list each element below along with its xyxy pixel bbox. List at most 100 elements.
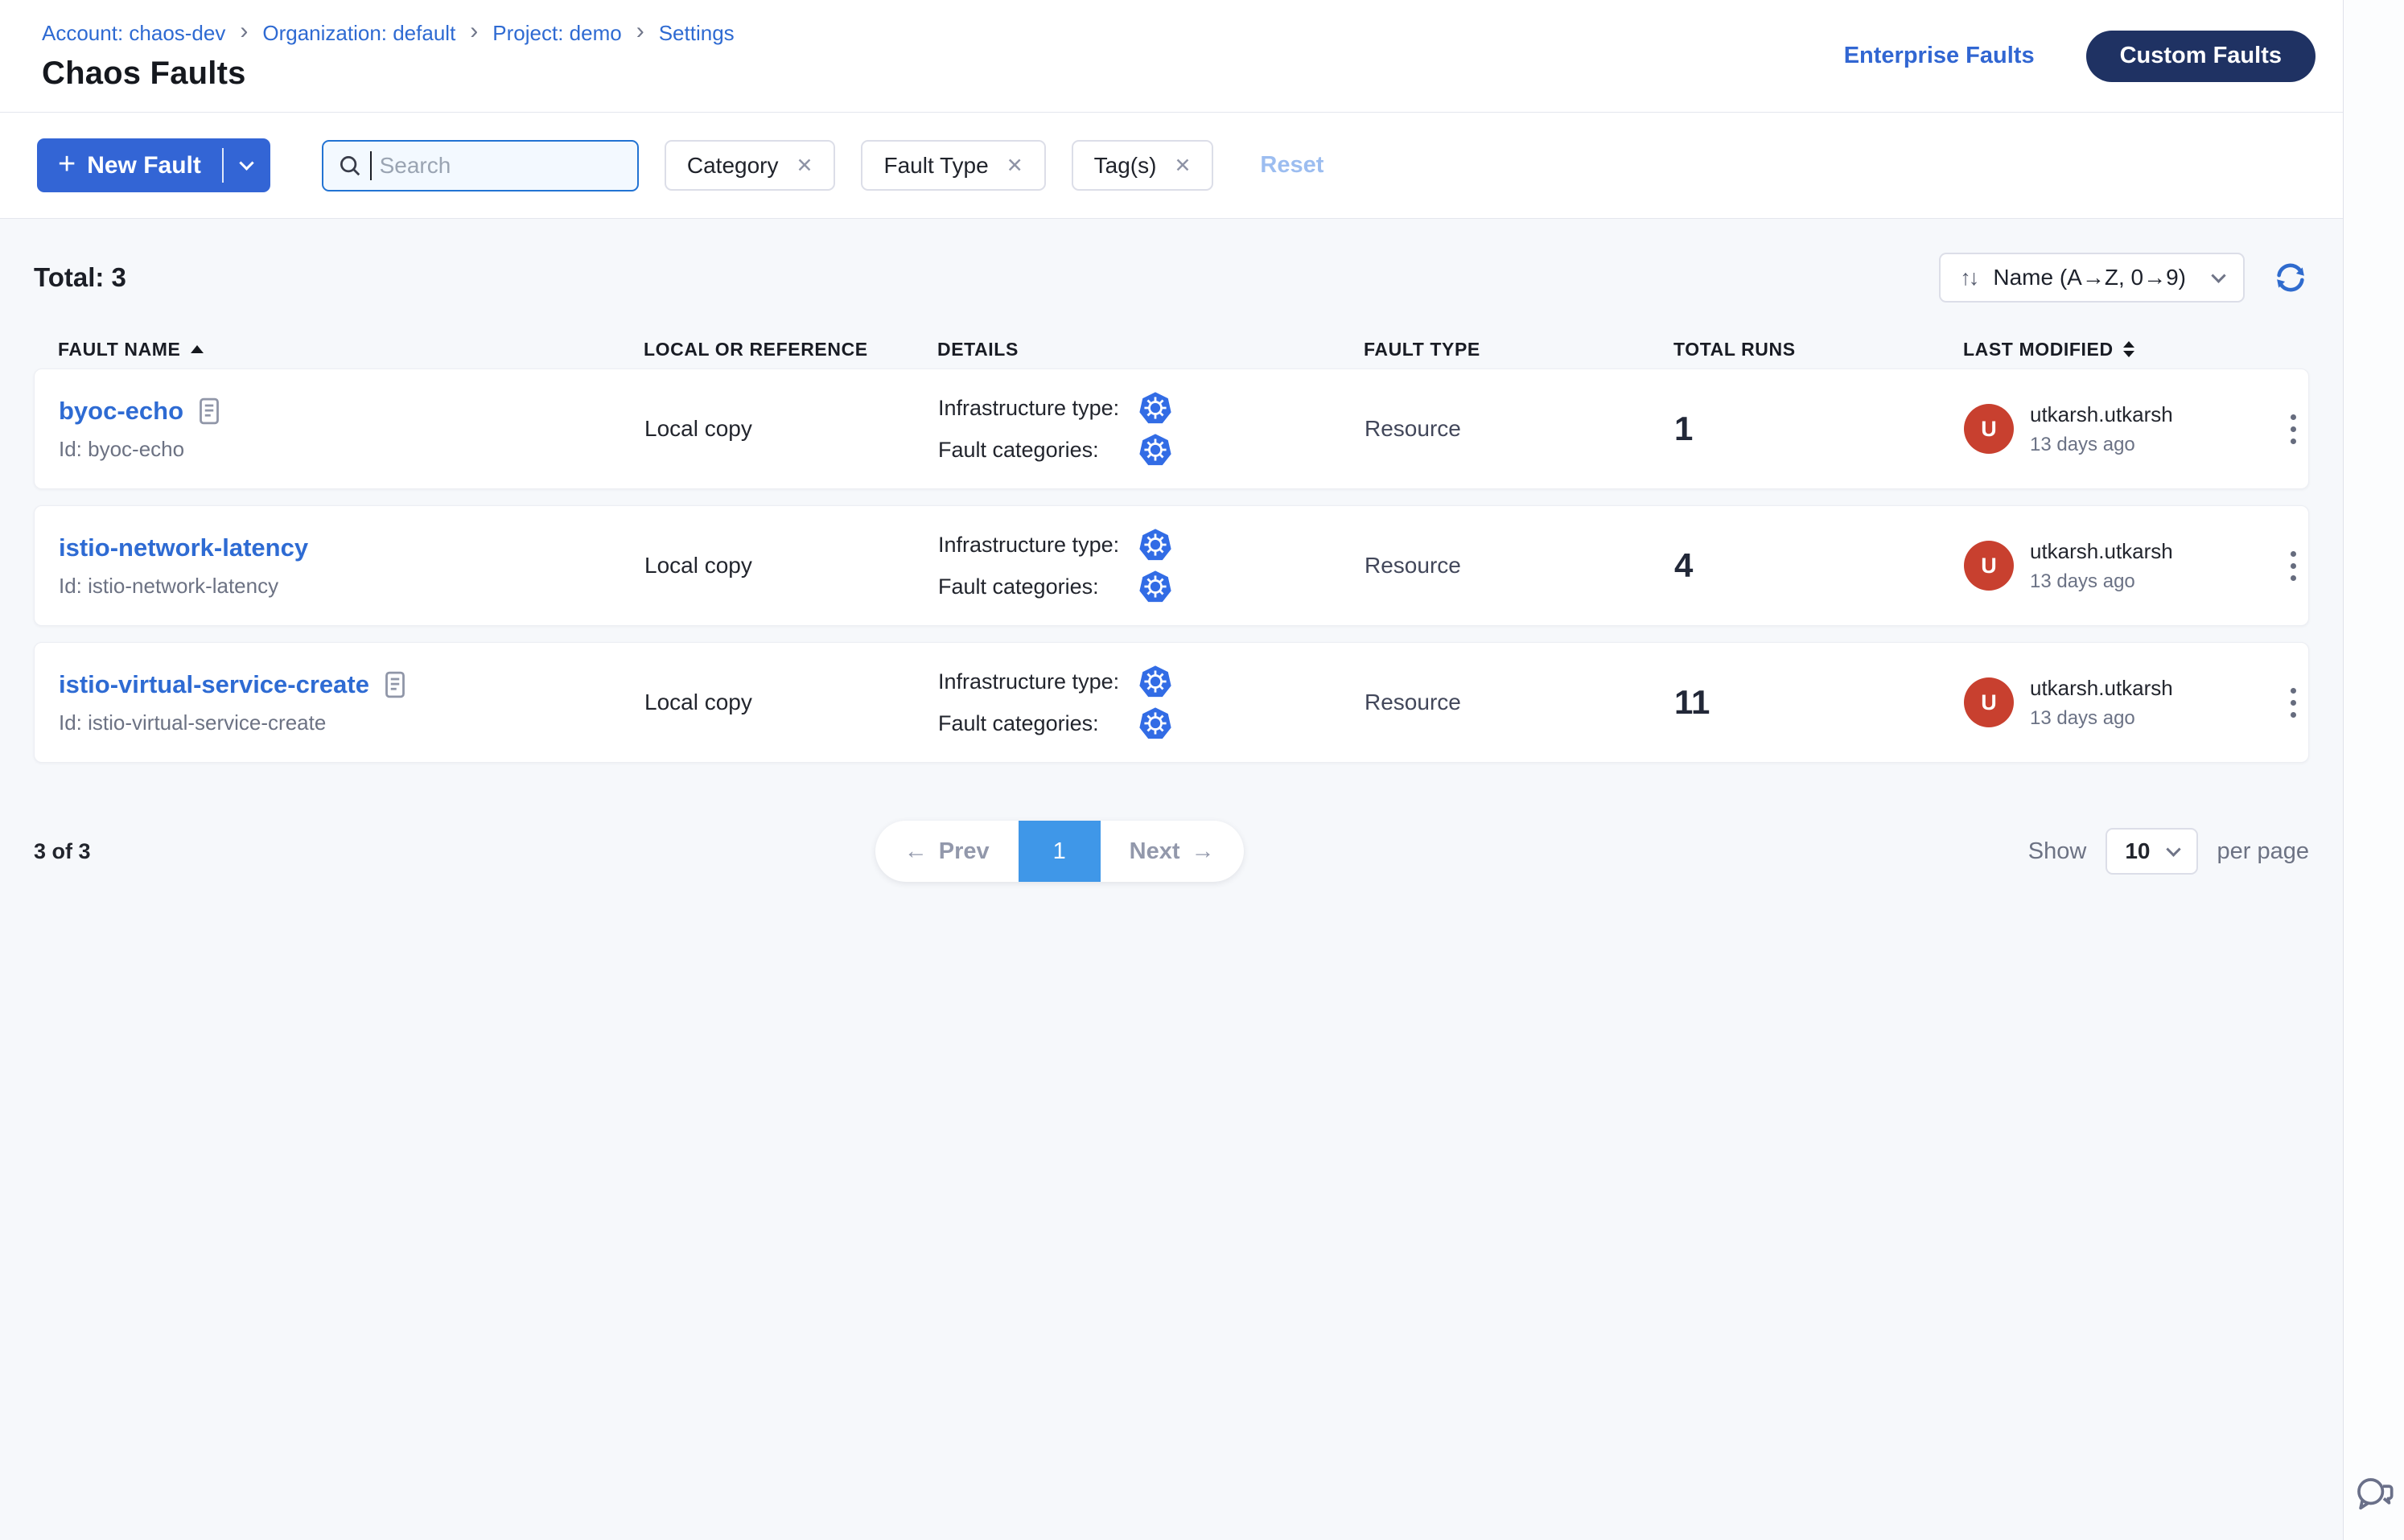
kubernetes-icon xyxy=(1138,664,1173,699)
faults-toolbar: + New Fault Category ✕ Fault Type ✕ Tag(… xyxy=(0,113,2343,219)
fault-id: Id: istio-virtual-service-create xyxy=(59,710,644,735)
refresh-button[interactable] xyxy=(2272,259,2309,296)
show-label: Show xyxy=(2028,838,2087,865)
column-header-label: TOTAL RUNS xyxy=(1673,339,1796,360)
avatar: U xyxy=(1964,541,2014,591)
new-fault-split-button: + New Fault xyxy=(37,138,270,192)
total-runs-cell: 4 xyxy=(1674,546,1964,585)
column-header-label: DETAILS xyxy=(937,339,1019,360)
close-icon[interactable]: ✕ xyxy=(797,154,813,178)
fault-name-cell: istio-network-latency Id: istio-network-… xyxy=(59,533,644,599)
modified-by: utkarsh.utkarsh xyxy=(2030,402,2173,427)
table-row: byoc-echo Id: byoc-echo Local copy Infra… xyxy=(34,369,2309,489)
total-count: Total: 3 xyxy=(34,262,126,293)
infrastructure-type-label: Infrastructure type: xyxy=(938,396,1138,421)
new-fault-label: New Fault xyxy=(87,152,201,179)
column-header-label: LAST MODIFIED xyxy=(1963,339,2114,360)
breadcrumb-separator-icon: › xyxy=(240,19,248,43)
kubernetes-icon xyxy=(1138,527,1173,562)
pager-wrap: ← Prev 1 Next → xyxy=(91,821,2028,882)
column-header-fault-name[interactable]: FAULT NAME xyxy=(58,339,644,360)
next-label: Next xyxy=(1130,838,1180,865)
close-icon[interactable]: ✕ xyxy=(1174,154,1191,178)
header-left: Account: chaos-dev › Organization: defau… xyxy=(42,21,735,92)
row-menu-button[interactable] xyxy=(2283,680,2304,726)
chevron-down-icon xyxy=(2211,268,2225,282)
page-size-group: Show 10 per page xyxy=(2028,828,2309,875)
fault-name-cell: istio-virtual-service-create Id: istio-v… xyxy=(59,670,644,735)
page-header: Account: chaos-dev › Organization: defau… xyxy=(0,0,2343,113)
details-cell: Infrastructure type: Fault categories: xyxy=(938,657,1365,747)
per-page-label: per page xyxy=(2217,838,2310,865)
sort-dropdown[interactable]: ↑↓ Name (A→Z, 0→9) xyxy=(1939,253,2245,303)
last-modified-cell: U utkarsh.utkarsh 13 days ago xyxy=(1964,676,2278,730)
fault-id: Id: byoc-echo xyxy=(59,437,644,462)
fault-name-link[interactable]: istio-network-latency xyxy=(59,533,308,562)
row-menu-button[interactable] xyxy=(2283,406,2304,452)
modified-at: 13 days ago xyxy=(2030,570,2173,593)
next-page-button[interactable]: Next → xyxy=(1101,821,1244,882)
sort-ascending-icon xyxy=(191,345,204,353)
breadcrumb-project-link[interactable]: Project: demo xyxy=(492,21,621,46)
breadcrumb-account-link[interactable]: Account: chaos-dev xyxy=(42,21,225,46)
kubernetes-icon xyxy=(1138,390,1173,426)
prev-page-button[interactable]: ← Prev xyxy=(875,821,1019,882)
custom-faults-button[interactable]: Custom Faults xyxy=(2086,31,2315,82)
filter-chip-category[interactable]: Category ✕ xyxy=(665,140,836,191)
enterprise-faults-link[interactable]: Enterprise Faults xyxy=(1844,43,2035,69)
fault-name-link[interactable]: byoc-echo xyxy=(59,397,183,426)
modified-at: 13 days ago xyxy=(2030,707,2173,730)
page-count: 3 of 3 xyxy=(34,839,91,864)
avatar: U xyxy=(1964,404,2014,454)
modified-by: utkarsh.utkarsh xyxy=(2030,539,2173,564)
fault-type-cell: Resource xyxy=(1365,416,1674,442)
last-modified-cell: U utkarsh.utkarsh 13 days ago xyxy=(1964,539,2278,593)
fault-categories-label: Fault categories: xyxy=(938,438,1138,463)
sort-both-icon xyxy=(2123,341,2134,357)
column-header-last-modified[interactable]: LAST MODIFIED xyxy=(1963,339,2277,360)
copy-id-icon[interactable] xyxy=(384,670,406,699)
page-size-dropdown[interactable]: 10 xyxy=(2106,828,2197,875)
sort-updown-icon: ↑↓ xyxy=(1960,266,1977,290)
filter-chip-fault-type[interactable]: Fault Type ✕ xyxy=(861,140,1045,191)
breadcrumb-settings-link[interactable]: Settings xyxy=(659,21,735,46)
page-size-value: 10 xyxy=(2125,838,2150,864)
local-or-reference-cell: Local copy xyxy=(644,690,938,715)
help-chat-icon[interactable] xyxy=(2353,1473,2395,1519)
details-cell: Infrastructure type: Fault categories: xyxy=(938,384,1365,474)
local-or-reference-cell: Local copy xyxy=(644,553,938,579)
reset-filters-button[interactable]: Reset xyxy=(1260,152,1323,179)
column-header-fault-type: FAULT TYPE xyxy=(1364,339,1673,360)
page-1-button[interactable]: 1 xyxy=(1019,821,1101,882)
breadcrumb-separator-icon: › xyxy=(636,19,644,43)
pager: ← Prev 1 Next → xyxy=(875,821,1244,882)
new-fault-button[interactable]: + New Fault xyxy=(37,138,222,192)
modified-by: utkarsh.utkarsh xyxy=(2030,676,2173,701)
avatar: U xyxy=(1964,677,2014,727)
fault-name-link[interactable]: istio-virtual-service-create xyxy=(59,670,369,699)
fault-id: Id: istio-network-latency xyxy=(59,574,644,599)
chevron-down-icon xyxy=(240,155,254,170)
kubernetes-icon xyxy=(1138,432,1173,467)
filter-chip-label: Category xyxy=(687,153,779,179)
table-row: istio-network-latency Id: istio-network-… xyxy=(34,505,2309,626)
close-icon[interactable]: ✕ xyxy=(1006,154,1023,178)
table-row: istio-virtual-service-create Id: istio-v… xyxy=(34,642,2309,763)
row-menu-button[interactable] xyxy=(2283,543,2304,589)
breadcrumb-organization-link[interactable]: Organization: default xyxy=(262,21,455,46)
column-header-label: FAULT TYPE xyxy=(1364,339,1480,360)
filter-chip-label: Fault Type xyxy=(883,153,988,179)
plus-icon: + xyxy=(58,149,76,179)
page-title: Chaos Faults xyxy=(42,56,735,92)
table-header-row: FAULT NAME LOCAL OR REFERENCE DETAILS FA… xyxy=(34,330,2309,369)
search-icon xyxy=(338,154,362,178)
details-cell: Infrastructure type: Fault categories: xyxy=(938,521,1365,611)
search-input[interactable] xyxy=(380,153,623,179)
copy-id-icon[interactable] xyxy=(198,397,220,426)
chaos-faults-page: Account: chaos-dev › Organization: defau… xyxy=(0,0,2404,1540)
fault-name-cell: byoc-echo Id: byoc-echo xyxy=(59,397,644,462)
new-fault-dropdown-button[interactable] xyxy=(224,138,270,192)
filter-chip-tags[interactable]: Tag(s) ✕ xyxy=(1072,140,1214,191)
right-rail xyxy=(2343,0,2404,1540)
header-right: Enterprise Faults Custom Faults xyxy=(1844,31,2315,82)
